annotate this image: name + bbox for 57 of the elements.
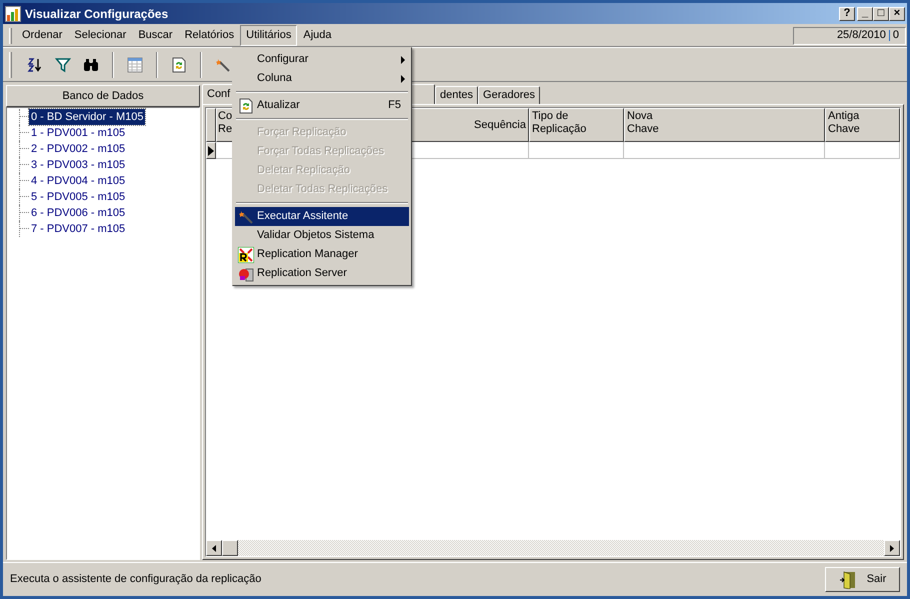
menu-entry[interactable]: Atualizar F5 bbox=[235, 96, 409, 115]
horizontal-scrollbar[interactable] bbox=[206, 540, 900, 556]
wand-icon bbox=[238, 208, 254, 224]
tree-item[interactable]: 7 - PDV007 - m105 bbox=[29, 220, 128, 238]
tree-item[interactable]: 3 - PDV003 - m105 bbox=[29, 156, 128, 174]
tab[interactable]: Geradores bbox=[478, 86, 540, 104]
submenu-arrow-icon bbox=[401, 74, 405, 82]
menu-item[interactable]: Relatórios bbox=[178, 25, 240, 46]
table-icon bbox=[127, 56, 143, 72]
menu-item[interactable]: Selecionar bbox=[68, 25, 132, 46]
menu-entry[interactable]: Coluna bbox=[235, 69, 409, 88]
date-text: 25/8/2010 bbox=[836, 28, 886, 44]
menu-item[interactable]: Buscar bbox=[132, 25, 179, 46]
menu-item[interactable]: Ajuda bbox=[297, 25, 338, 46]
scroll-thumb[interactable] bbox=[222, 540, 238, 556]
window-button[interactable]: × bbox=[889, 6, 905, 20]
window-title: Visualizar Configurações bbox=[25, 6, 170, 22]
binoculars-icon bbox=[83, 56, 99, 72]
column-header[interactable]: Antiga Chave bbox=[825, 108, 900, 142]
app-icon bbox=[5, 6, 21, 22]
menu-entry[interactable]: Replication Server bbox=[235, 264, 409, 283]
tree-item[interactable]: 1 - PDV001 - m105 bbox=[29, 124, 128, 142]
menu-item[interactable]: Utilitários bbox=[240, 25, 298, 46]
tree-item[interactable]: 6 - PDV006 - m105 bbox=[29, 204, 128, 222]
scroll-left-button[interactable] bbox=[206, 540, 222, 556]
menu-item[interactable]: Ordenar bbox=[16, 25, 68, 46]
wand-icon bbox=[215, 56, 231, 72]
scroll-right-button[interactable] bbox=[884, 540, 900, 556]
menu-entry[interactable]: Configurar bbox=[235, 50, 409, 69]
scroll-right-icon bbox=[890, 544, 894, 552]
count-text: 0 bbox=[892, 28, 899, 44]
column-header[interactable]: Nova Chave bbox=[624, 108, 825, 142]
sort-icon bbox=[27, 56, 43, 72]
tree-item[interactable]: 0 - BD Servidor - M105 bbox=[29, 108, 146, 126]
current-row-icon bbox=[208, 146, 214, 156]
tab[interactable]: dentes bbox=[435, 86, 478, 104]
exit-button[interactable]: Sair bbox=[825, 567, 900, 592]
menu-entry[interactable]: Validar Objetos Sistema bbox=[235, 226, 409, 245]
filter-icon bbox=[55, 56, 71, 72]
tree-item[interactable]: 4 - PDV004 - m105 bbox=[29, 172, 128, 190]
column-header[interactable]: Tipo de Replicação bbox=[529, 108, 624, 142]
tree-item[interactable]: 5 - PDV005 - m105 bbox=[29, 188, 128, 206]
window-button[interactable]: _ bbox=[857, 6, 873, 20]
refresh-document-icon bbox=[171, 56, 187, 72]
tree-item[interactable]: 2 - PDV002 - m105 bbox=[29, 140, 128, 158]
refresh-document-icon bbox=[238, 98, 254, 114]
panel-header: Banco de Dados bbox=[6, 85, 200, 107]
scroll-left-icon bbox=[212, 544, 216, 552]
menu-entry[interactable]: Executar Assitente bbox=[235, 207, 409, 226]
door-icon bbox=[838, 570, 857, 588]
menu-entry[interactable]: Replication Manager bbox=[235, 245, 409, 264]
status-text: Executa o assistente de configuração da replicação bbox=[10, 572, 262, 588]
window-button[interactable]: ? bbox=[839, 6, 855, 20]
letter-r-arrows-icon bbox=[238, 246, 254, 262]
server-magnet-icon bbox=[238, 266, 254, 282]
window-button[interactable]: □ bbox=[873, 6, 889, 20]
submenu-arrow-icon bbox=[401, 56, 405, 64]
